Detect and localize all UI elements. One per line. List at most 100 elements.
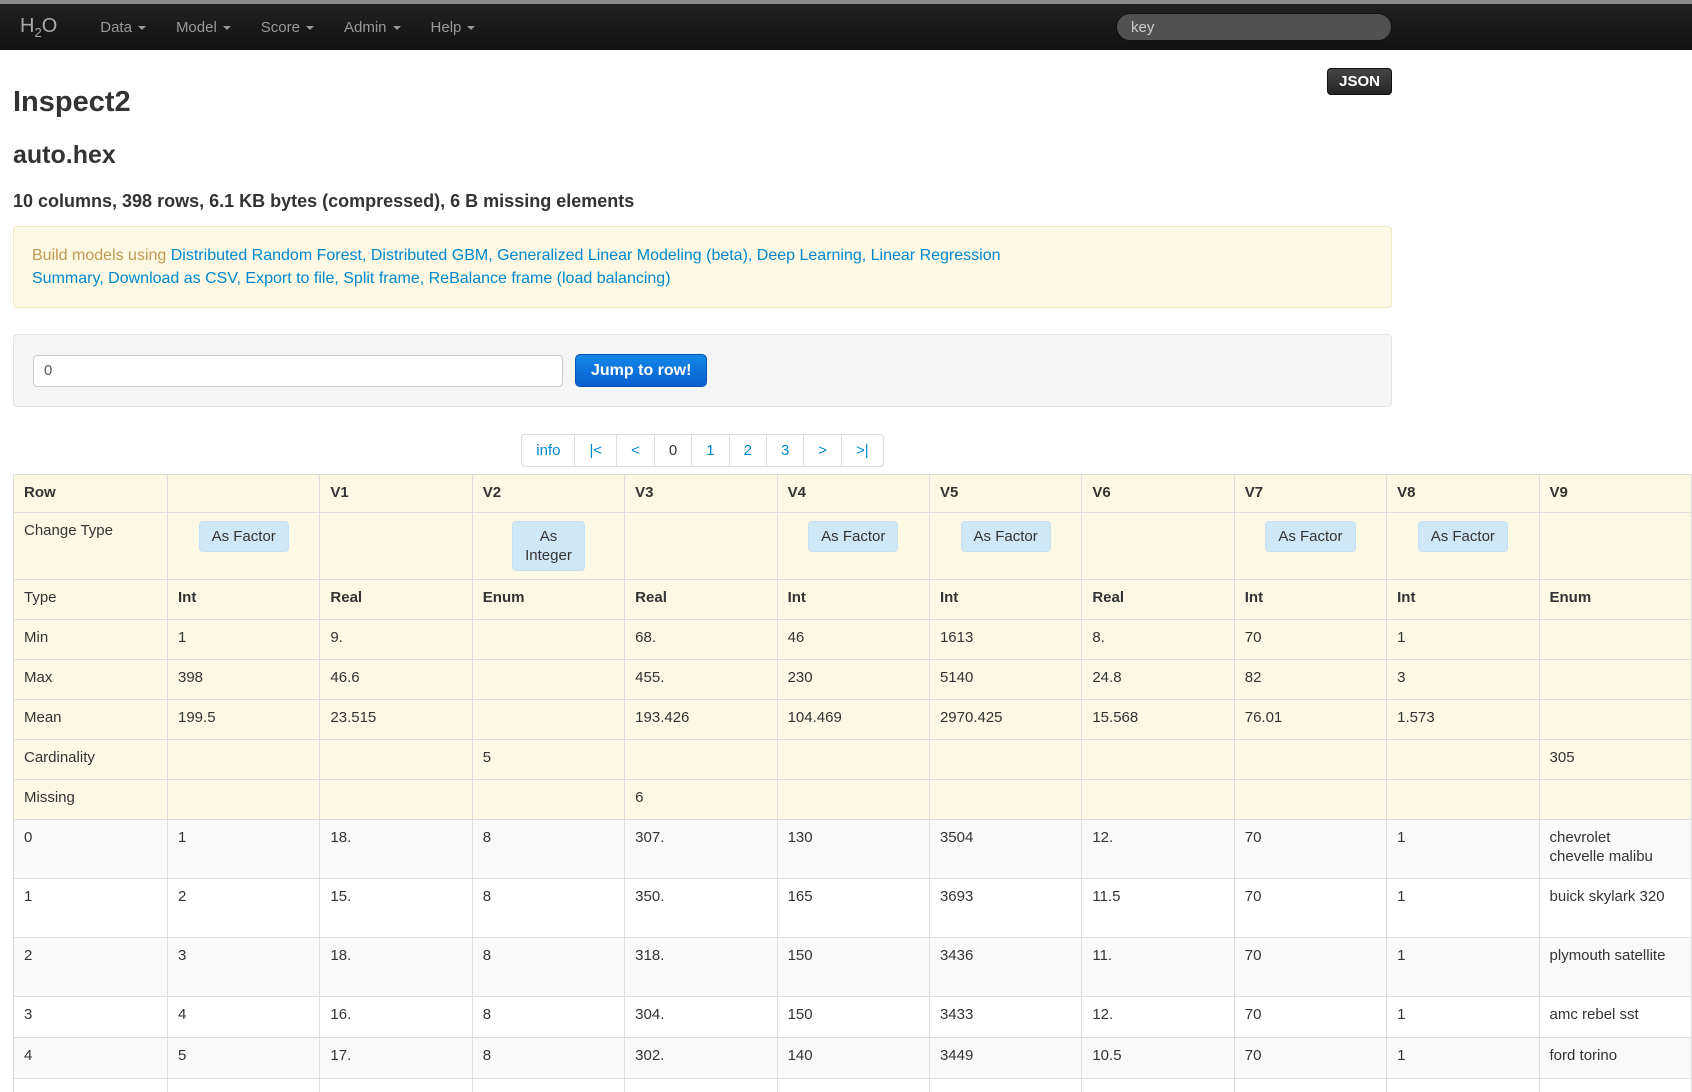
- data-cell: [1233, 1078, 1388, 1092]
- page-item[interactable]: info: [522, 435, 574, 466]
- stat-row-label: Mean: [13, 699, 168, 740]
- stat-row-type: Type Int Real Enum Real Int Int Real Int Int Enum: [13, 579, 1692, 620]
- frame-action-link[interactable]: Split frame: [343, 270, 419, 287]
- data-cell: 307.: [624, 819, 778, 879]
- stat-row-label: Type: [13, 579, 168, 620]
- page-item[interactable]: <: [616, 435, 654, 466]
- stat-row-label: Cardinality: [13, 739, 168, 780]
- frame-action-link[interactable]: Summary: [32, 270, 99, 287]
- nav-item-help[interactable]: Help: [416, 4, 491, 50]
- data-cell: 1: [166, 819, 321, 879]
- nav-item-data[interactable]: Data: [85, 4, 161, 50]
- data-cell: [1538, 1078, 1692, 1092]
- data-cell: [319, 1078, 473, 1092]
- change-type-cell: As Factor: [1386, 512, 1540, 580]
- frame-action-link[interactable]: ReBalance frame (load balancing): [429, 270, 671, 287]
- stat-value: Enum: [1538, 579, 1692, 620]
- page-item[interactable]: 2: [728, 435, 766, 466]
- page-item[interactable]: 1: [691, 435, 728, 466]
- json-button[interactable]: JSON: [1327, 68, 1392, 95]
- h2o-logo[interactable]: H2O: [20, 15, 57, 40]
- nav-item-label: Score: [260, 18, 300, 36]
- data-cell: 8: [471, 996, 626, 1038]
- change-type-cell: As Factor: [166, 512, 321, 580]
- table-row-partial: [13, 1078, 1692, 1092]
- row-index-cell: 1: [13, 878, 168, 938]
- stat-value: [1538, 619, 1692, 660]
- stat-value: 70: [1233, 619, 1388, 660]
- search-input[interactable]: [1116, 13, 1392, 41]
- stat-value: [928, 739, 1083, 780]
- stat-value: [319, 739, 473, 780]
- frame-action-link[interactable]: Download as CSV: [108, 270, 236, 287]
- build-model-link[interactable]: Linear Regression: [871, 247, 1001, 264]
- change-type-button[interactable]: As Factor: [198, 521, 289, 552]
- link-separator: ,: [361, 247, 371, 264]
- nav-item-admin[interactable]: Admin: [329, 4, 416, 50]
- chevron-down-icon: [137, 26, 146, 30]
- link-separator: ,: [334, 270, 344, 287]
- data-cell: [166, 1078, 321, 1092]
- change-type-row: Change Type As Factor As Integer As Factor A…: [13, 512, 1692, 580]
- stat-value: 6: [624, 779, 778, 820]
- data-cell: 150: [776, 996, 930, 1038]
- data-cell: 302.: [624, 1037, 778, 1079]
- build-model-link[interactable]: Distributed Random Forest: [171, 247, 362, 264]
- stat-value: [471, 699, 626, 740]
- page-item[interactable]: >|: [841, 435, 883, 466]
- change-type-cell: As Factor: [928, 512, 1083, 580]
- car-name: ford torino: [1549, 1047, 1618, 1064]
- data-cell: 18.: [319, 937, 473, 997]
- build-model-link[interactable]: Deep Learning: [757, 247, 862, 264]
- change-type-button[interactable]: As Integer: [512, 521, 585, 571]
- stat-row-label: Min: [13, 619, 168, 660]
- change-type-label: Change Type: [13, 512, 168, 580]
- page-item[interactable]: >: [803, 435, 841, 466]
- row-number-input[interactable]: [33, 354, 563, 387]
- page-item[interactable]: 3: [765, 435, 803, 466]
- column-header-v7: V7: [1233, 474, 1388, 513]
- stat-value: [1538, 659, 1692, 700]
- data-cell: 3436: [928, 937, 1083, 997]
- change-type-cell: As Integer: [471, 512, 626, 580]
- change-type-cell: [1538, 512, 1692, 580]
- frame-action-link[interactable]: Export to file: [245, 270, 334, 287]
- row-index-cell: 4: [13, 1037, 168, 1079]
- jump-to-row-button[interactable]: Jump to row!: [575, 354, 708, 387]
- build-model-link[interactable]: Generalized Linear Modeling (beta): [497, 247, 748, 264]
- nav-item-model[interactable]: Model: [161, 4, 246, 50]
- change-type-button[interactable]: As Factor: [960, 521, 1051, 552]
- nav-item-score[interactable]: Score: [246, 4, 329, 50]
- change-type-button[interactable]: As Factor: [1417, 521, 1508, 552]
- build-model-link[interactable]: Distributed GBM: [371, 247, 488, 264]
- change-type-cell: [319, 512, 473, 580]
- page-item[interactable]: |<: [574, 435, 616, 466]
- stat-value: 76.01: [1233, 699, 1388, 740]
- change-type-button[interactable]: As Factor: [1265, 521, 1356, 552]
- brand-h: H: [20, 14, 35, 37]
- stat-value: [1233, 779, 1388, 820]
- stat-value: 1.573: [1386, 699, 1540, 740]
- model-links: Distributed Random Forest, Distributed G…: [171, 247, 1001, 264]
- stat-value: [471, 779, 626, 820]
- table-header-row: Row V1 V2 V3 V4 V5 V6 V7 V8 V9: [13, 474, 1692, 513]
- stat-row-missing: Missing 6: [13, 779, 1692, 820]
- stat-value: 1613: [928, 619, 1083, 660]
- change-type-cell: As Factor: [776, 512, 930, 580]
- row-index-cell: 2: [13, 937, 168, 997]
- data-cell: 3: [166, 937, 321, 997]
- data-cell: plymouth satellite: [1538, 937, 1692, 997]
- stat-value: [1386, 739, 1540, 780]
- page-item-current[interactable]: 0: [653, 435, 691, 466]
- data-cell: 3449: [928, 1037, 1083, 1079]
- stat-value: [166, 739, 321, 780]
- row-index-cell: 3: [13, 996, 168, 1038]
- data-cell: 4: [166, 996, 321, 1038]
- stat-value: Int: [1386, 579, 1540, 620]
- data-cell: 1: [1386, 878, 1540, 938]
- build-models-alert: Build models using Distributed Random Fo…: [13, 226, 1392, 308]
- data-cell: 70: [1233, 878, 1388, 938]
- change-type-button[interactable]: As Factor: [808, 521, 899, 552]
- jump-to-row-panel: Jump to row!: [13, 334, 1392, 407]
- data-cell: 1: [1386, 819, 1540, 879]
